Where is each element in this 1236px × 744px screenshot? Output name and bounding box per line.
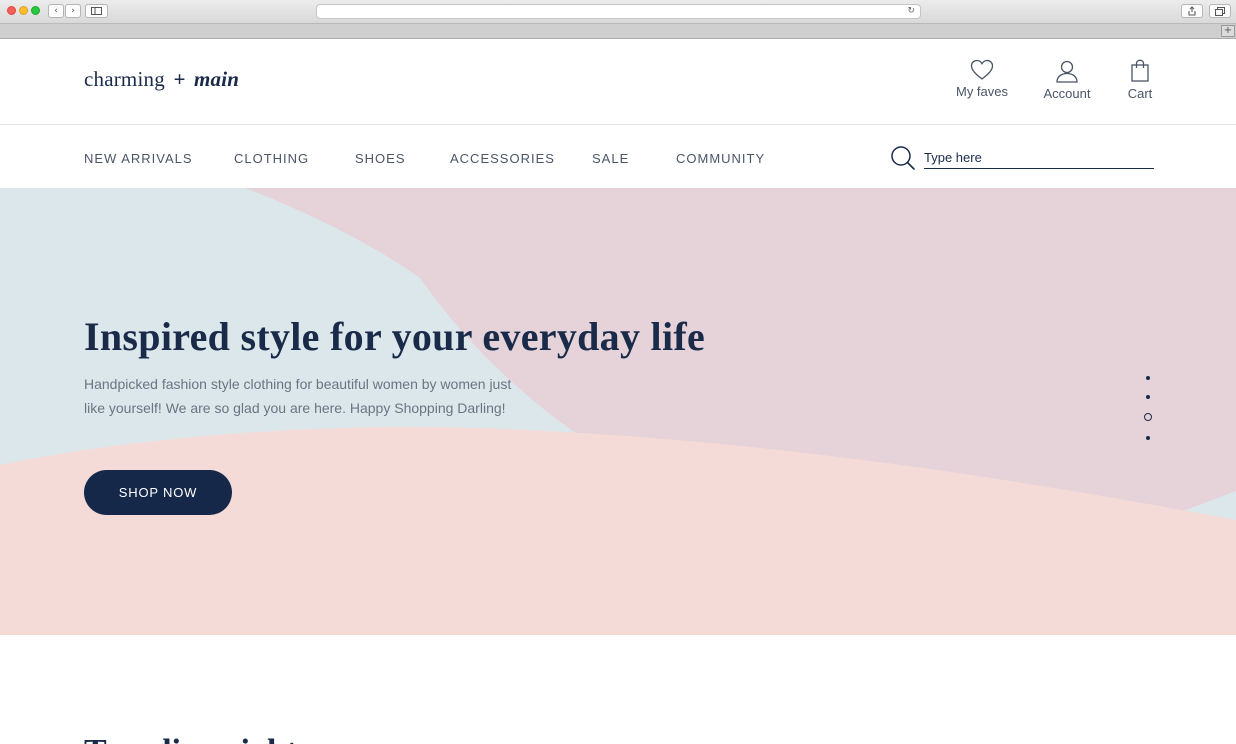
new-tab-button[interactable]: +: [1221, 25, 1235, 37]
nav-item-new-arrivals[interactable]: NEW ARRIVALS: [84, 151, 193, 166]
sidebar-icon: [91, 7, 102, 15]
nav-item-accessories[interactable]: ACCESSORIES: [450, 151, 555, 166]
nav-item-community[interactable]: COMMUNITY: [676, 151, 765, 166]
search-input[interactable]: [924, 146, 1154, 169]
shop-now-button[interactable]: SHOP NOW: [84, 470, 232, 515]
share-icon: [1188, 6, 1196, 16]
browser-toolbar: ‹ › ↻: [0, 0, 1236, 24]
sidebar-toggle-button[interactable]: [85, 4, 108, 18]
hero-subtitle: Handpicked fashion style clothing for be…: [84, 376, 512, 416]
carousel-dot-active[interactable]: [1144, 413, 1152, 421]
reload-icon[interactable]: ↻: [907, 6, 915, 16]
hero-title: Inspired style for your everyday life: [84, 314, 706, 359]
user-icon: [1056, 60, 1078, 83]
search-button[interactable]: [890, 145, 916, 176]
cart-label: Cart: [1127, 86, 1153, 101]
carousel-dot[interactable]: [1146, 436, 1150, 440]
nav-item-sale[interactable]: SALE: [592, 151, 629, 166]
nav-item-shoes[interactable]: SHOES: [355, 151, 406, 166]
hero-banner: Inspired style for your everyday life Ha…: [0, 188, 1236, 635]
minimize-window-button[interactable]: [19, 6, 28, 15]
heart-icon: [970, 59, 994, 80]
close-window-button[interactable]: [7, 6, 16, 15]
logo-plus: +: [173, 67, 186, 91]
site-header: charming + main My faves Account Cart: [0, 39, 1236, 125]
carousel-pagination: [1140, 376, 1156, 456]
logo-text-main: main: [193, 67, 240, 91]
zoom-window-button[interactable]: [31, 6, 40, 15]
section-title: Trending right now: [84, 733, 366, 744]
nav-item-clothing[interactable]: CLOTHING: [234, 151, 309, 166]
carousel-dot[interactable]: [1146, 376, 1150, 380]
tabs-icon: [1215, 6, 1225, 16]
logo-text-charming: charming: [84, 67, 165, 91]
main-navigation: NEW ARRIVALS CLOTHING SHOES ACCESSORIES …: [0, 126, 1236, 188]
tabs-overview-button[interactable]: [1209, 4, 1231, 18]
address-bar[interactable]: ↻: [316, 4, 921, 19]
shopping-bag-icon: [1131, 59, 1149, 82]
cart-link[interactable]: Cart: [1122, 59, 1158, 101]
brand-logo[interactable]: charming + main: [84, 67, 239, 92]
my-faves-label: My faves: [955, 84, 1008, 99]
back-button[interactable]: ‹: [48, 4, 64, 18]
tab-bar: +: [0, 24, 1236, 39]
carousel-dot[interactable]: [1146, 395, 1150, 399]
account-link[interactable]: Account: [1042, 59, 1092, 101]
my-faves-link[interactable]: My faves: [955, 59, 1009, 99]
share-button[interactable]: [1181, 4, 1203, 18]
forward-button[interactable]: ›: [65, 4, 81, 18]
search-icon: [891, 146, 915, 170]
account-label: Account: [1043, 86, 1091, 101]
